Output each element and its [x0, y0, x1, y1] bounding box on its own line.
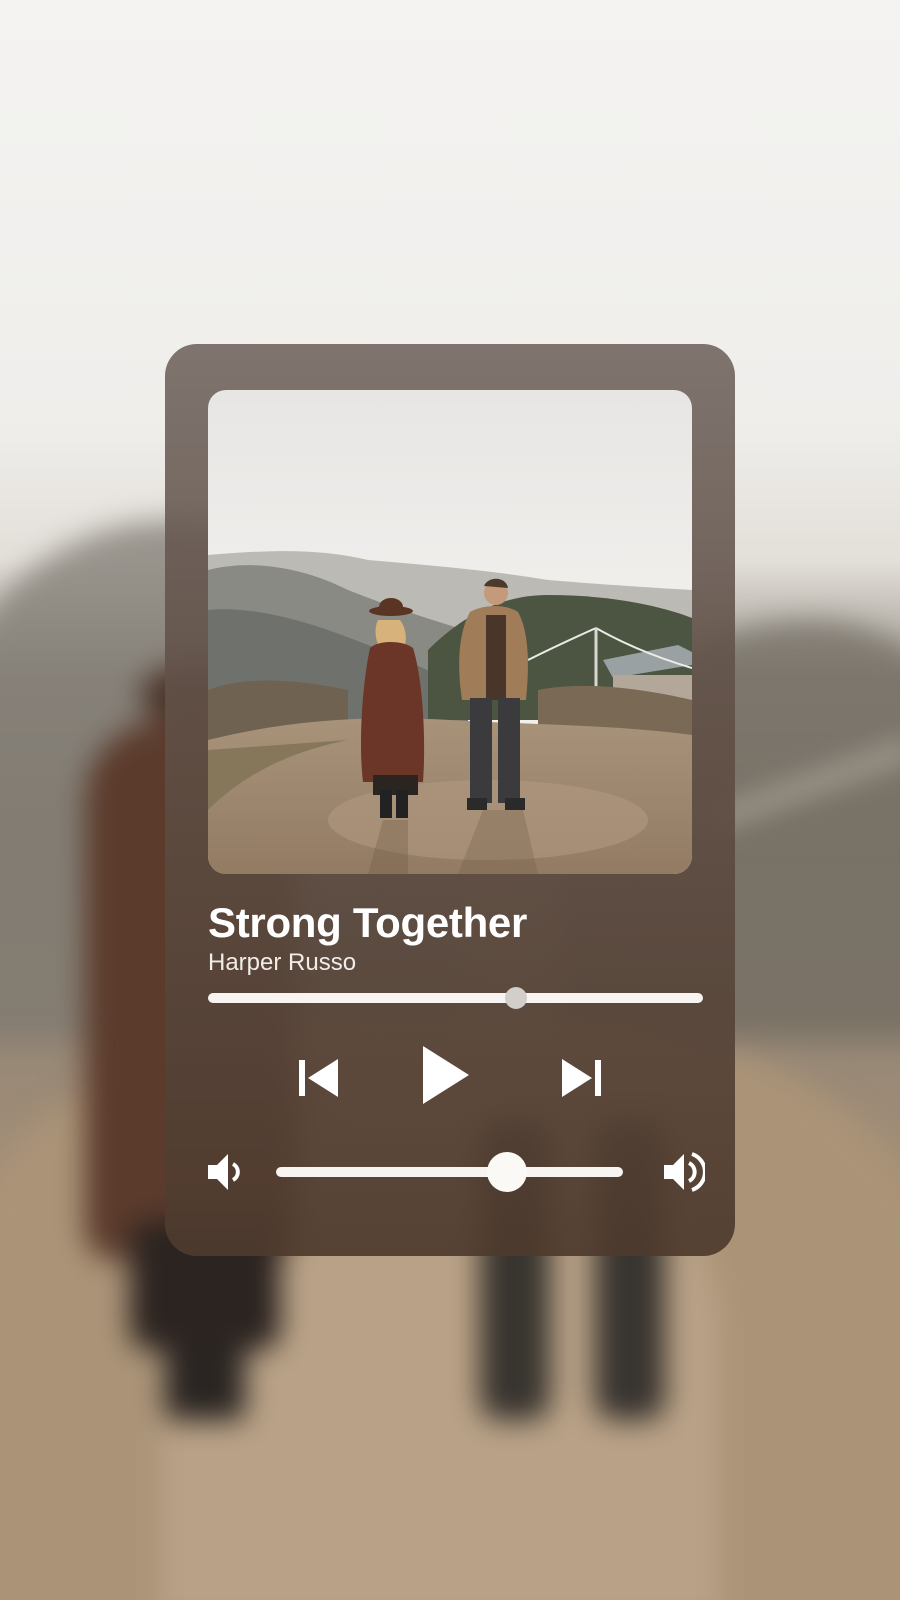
volume-low-icon — [208, 1154, 240, 1190]
volume-high-button[interactable] — [663, 1150, 707, 1199]
music-player-card: Strong Together Harper Russo — [165, 344, 735, 1256]
song-title: Strong Together — [208, 899, 528, 946]
progress-bar[interactable] — [208, 987, 703, 1009]
previous-button[interactable] — [298, 1057, 340, 1099]
volume-thumb[interactable] — [486, 1152, 527, 1192]
volume-high-icon — [664, 1152, 707, 1192]
play-button[interactable] — [421, 1044, 471, 1106]
volume-low-button[interactable] — [207, 1152, 243, 1197]
next-button[interactable] — [560, 1057, 602, 1099]
play-icon — [423, 1046, 469, 1104]
album-cover — [208, 390, 692, 874]
progress-thumb[interactable] — [505, 987, 528, 1009]
skip-next-icon — [562, 1059, 601, 1097]
skip-previous-icon — [299, 1059, 338, 1097]
album-cover-image — [208, 390, 692, 874]
volume-slider[interactable] — [276, 1152, 623, 1192]
artist-name: Harper Russo — [208, 949, 357, 976]
